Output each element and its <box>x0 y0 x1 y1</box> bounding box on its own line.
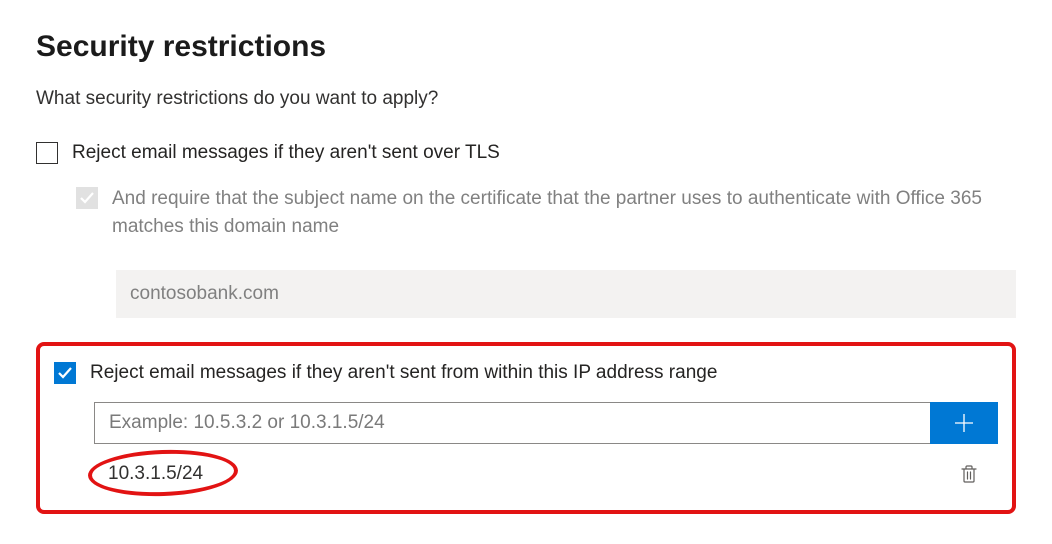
tls-label: Reject email messages if they aren't sen… <box>72 140 500 167</box>
tls-sub-section: And require that the subject name on the… <box>76 185 1016 318</box>
cert-match-label: And require that the subject name on the… <box>112 185 1016 242</box>
check-icon <box>58 367 72 379</box>
ip-section: 10.3.1.5/24 <box>94 402 998 488</box>
page-title: Security restrictions <box>36 30 1016 64</box>
ip-label: Reject email messages if they aren't sen… <box>90 360 717 387</box>
ip-range-input[interactable] <box>94 402 930 444</box>
option-ip-row: Reject email messages if they aren't sen… <box>54 360 998 387</box>
plus-icon <box>953 412 975 434</box>
delete-ip-button[interactable] <box>956 460 998 488</box>
ip-checkbox[interactable] <box>54 362 76 384</box>
check-icon <box>80 192 94 204</box>
trash-icon <box>960 464 978 484</box>
domain-input <box>116 270 1016 318</box>
ip-list: 10.3.1.5/24 <box>94 460 998 488</box>
option-tls-row: Reject email messages if they aren't sen… <box>36 140 1016 167</box>
prompt-text: What security restrictions do you want t… <box>36 88 1016 110</box>
cert-match-checkbox <box>76 187 98 209</box>
tls-checkbox[interactable] <box>36 142 58 164</box>
add-ip-button[interactable] <box>930 402 998 444</box>
ip-list-item: 10.3.1.5/24 <box>94 460 998 488</box>
highlight-annotation: Reject email messages if they aren't sen… <box>36 342 1016 515</box>
ip-item-text: 10.3.1.5/24 <box>94 463 203 485</box>
